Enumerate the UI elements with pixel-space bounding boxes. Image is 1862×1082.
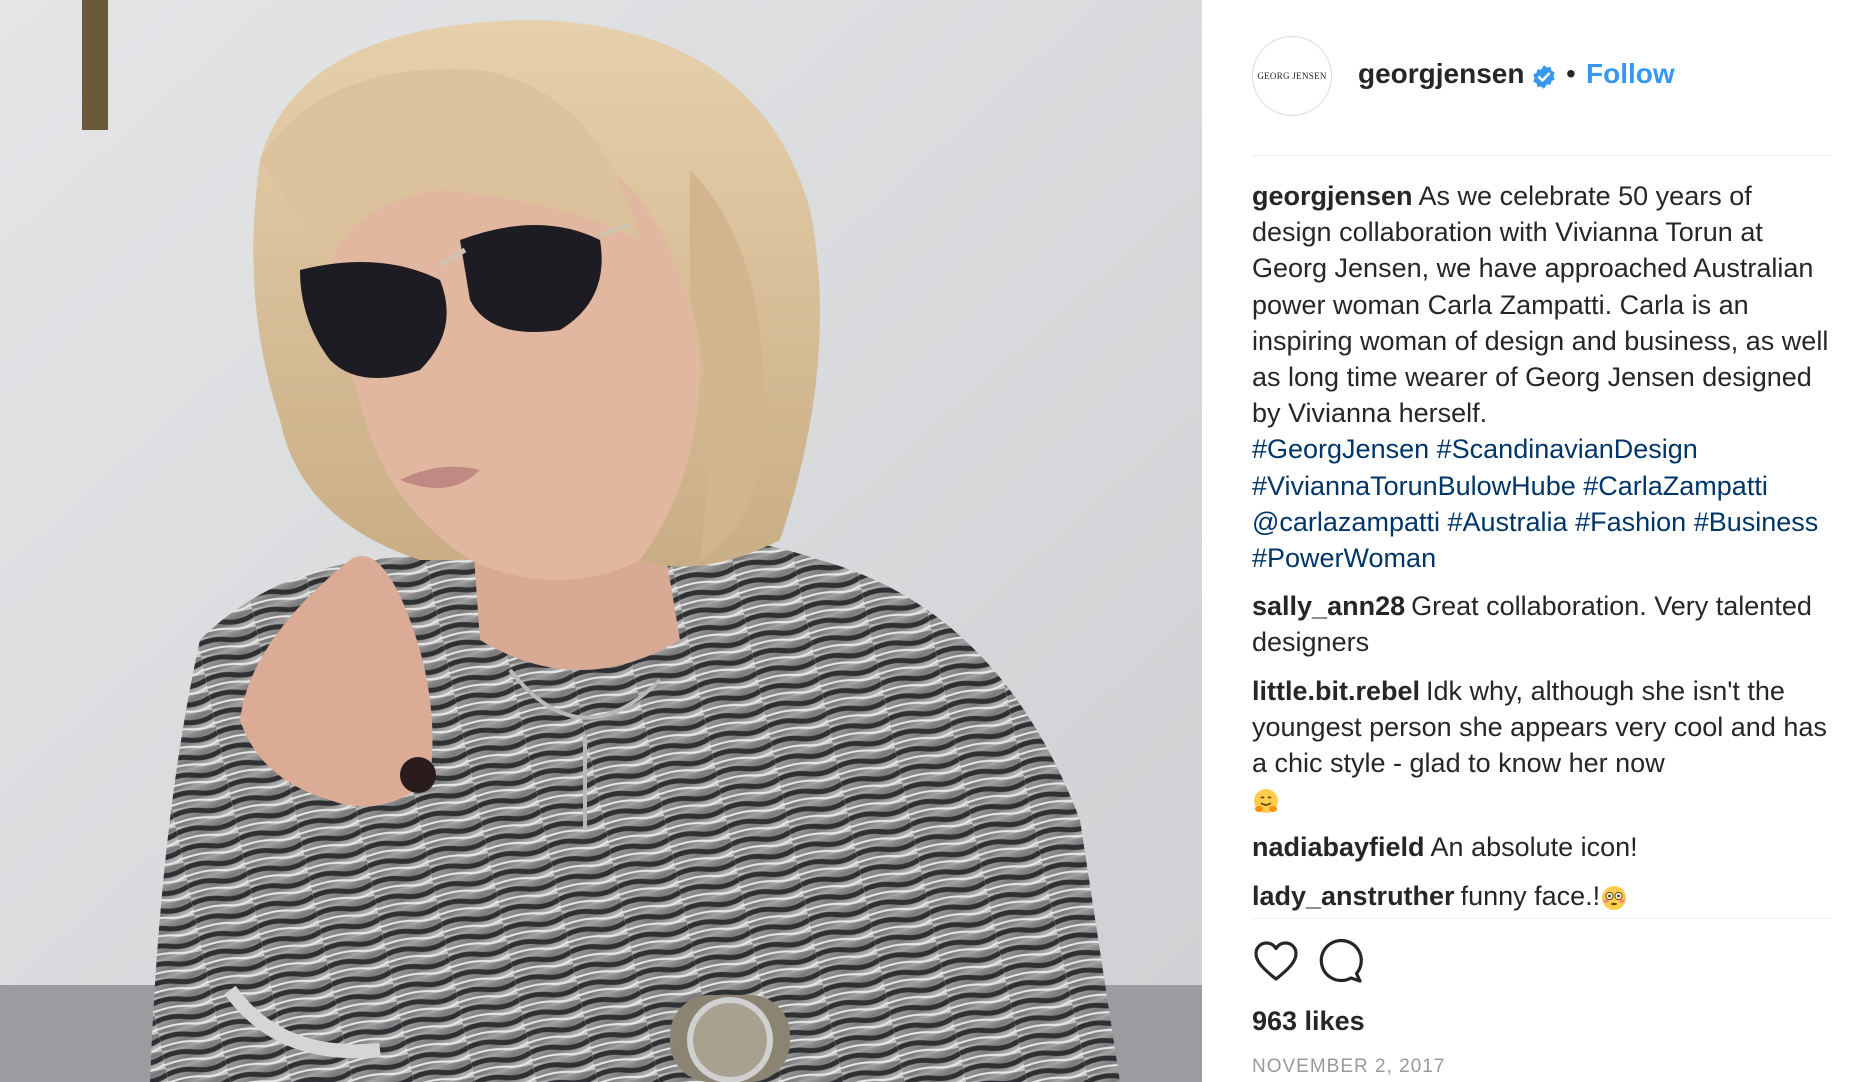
comment-icon[interactable] [1316,938,1364,986]
comment-username[interactable]: nadiabayfield [1252,832,1425,862]
caption-text: As we celebrate 50 years of design colla… [1252,181,1829,429]
verified-badge-icon [1533,65,1555,89]
flushed-face-icon [1602,885,1627,910]
header-divider [1252,155,1832,156]
caption-username[interactable]: georgjensen [1252,181,1413,211]
post-details-panel: GEORG JENSEN georgjensen • Follow georgj… [1252,0,1832,1082]
post-header: GEORG JENSEN georgjensen • Follow [1252,36,1832,122]
comment-item: sally_ann28 Great collaboration. Very tal… [1252,588,1832,660]
comment-text: An absolute icon! [1430,832,1638,863]
portrait-image [0,0,1202,1082]
comment-username[interactable]: lady_anstruther [1252,881,1455,911]
account-username[interactable]: georgjensen [1358,58,1524,90]
comment-item: nadiabayfield An absolute icon! [1252,829,1832,865]
hashtag-business[interactable]: #Business [1694,507,1819,537]
comment-username[interactable]: sally_ann28 [1252,591,1405,621]
post-photo[interactable] [0,0,1202,1082]
mention-carlazampatti[interactable]: @carlazampatti [1252,507,1440,537]
post-actions [1252,938,1832,988]
hashtag-viviannatorunbulowhube[interactable]: #ViviannaTorunBulowHube [1252,471,1576,501]
heart-icon[interactable] [1252,938,1300,986]
hashtag-fashion[interactable]: #Fashion [1575,507,1686,537]
hashtag-carlazampatti[interactable]: #CarlaZampatti [1583,471,1768,501]
hashtag-georgjensen[interactable]: #GeorgJensen [1252,434,1429,464]
account-avatar[interactable]: GEORG JENSEN [1252,36,1332,116]
logo-text: GEORG JENSEN [1257,71,1327,81]
hashtag-powerwoman[interactable]: #PowerWoman [1252,543,1436,573]
comments-divider [1252,918,1832,919]
likes-count[interactable]: 963 likes [1252,1006,1365,1037]
hashtag-australia[interactable]: #Australia [1448,507,1568,537]
separator-dot: • [1566,58,1576,89]
comment-item: little.bit.rebel Idk why, although she is… [1252,673,1832,818]
comment-item: lady_anstruther funny face.! [1252,878,1832,914]
post-date: NOVEMBER 2, 2017 [1252,1056,1446,1077]
comment-username[interactable]: little.bit.rebel [1252,676,1420,706]
instagram-post: GEORG JENSEN georgjensen • Follow georgj… [0,0,1862,1082]
comment-text: funny face.! [1460,880,1601,911]
hashtag-scandinaviandesign[interactable]: #ScandinavianDesign [1437,434,1698,464]
caption: georgjensen As we celebrate 50 years of d… [1252,178,1832,576]
hugging-face-icon [1254,789,1278,814]
follow-button[interactable]: Follow [1586,58,1675,90]
comments-list[interactable]: georgjensen As we celebrate 50 years of d… [1252,178,1832,914]
